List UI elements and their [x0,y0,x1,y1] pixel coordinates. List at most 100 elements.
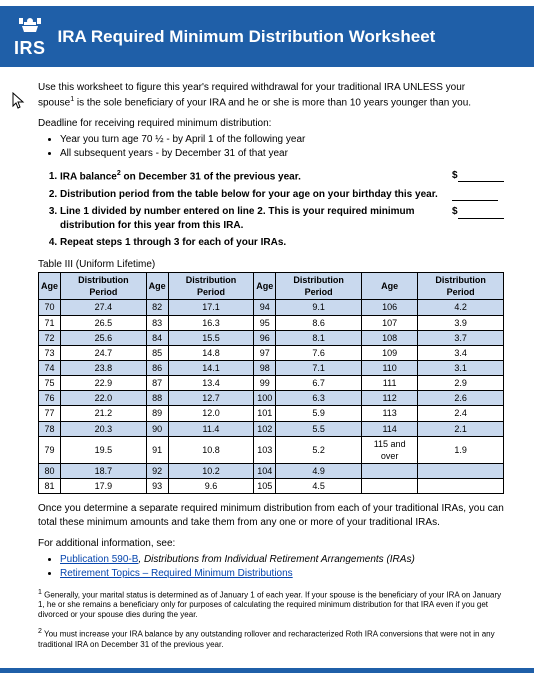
table-cell: 9.1 [276,300,362,315]
table-row: 7919.59110.81035.2115 and over1.9 [39,436,504,463]
table-cell: 19.5 [61,436,147,463]
table-cell: 78 [39,421,61,436]
table-cell [361,479,417,494]
table-cell [361,463,417,478]
table-cell: 83 [146,315,168,330]
table-cell: 8.1 [276,330,362,345]
page-root: IRS IRA Required Minimum Distribution Wo… [0,6,534,673]
step-2-text: Distribution period from the table below… [60,188,448,202]
intro-paragraph: Use this worksheet to figure this year's… [38,81,504,109]
table-cell: 4.2 [418,300,504,315]
see-label: For additional information, see: [38,537,504,551]
table-cell: 2.9 [418,376,504,391]
deadline-bullet: Year you turn age 70 ½ - by April 1 of t… [60,133,504,147]
link-retirement-topics[interactable]: Retirement Topics – Required Minimum Dis… [60,568,293,579]
table-cell: 9.6 [168,479,254,494]
footer-bar [0,668,534,673]
table-cell: 102 [254,421,276,436]
table-row: 7225.68415.5968.11083.7 [39,330,504,345]
table-cell: 90 [146,421,168,436]
table-cell: 77 [39,406,61,421]
table-header: Distribution Period [418,273,504,300]
table-cell: 99 [254,376,276,391]
step-3: Line 1 divided by number entered on line… [60,205,504,232]
step-4: Repeat steps 1 through 3 for each of you… [60,236,504,250]
table-cell: 17.9 [61,479,147,494]
table-cell: 20.3 [61,421,147,436]
table-cell: 96 [254,330,276,345]
table-cell: 5.9 [276,406,362,421]
table-cell: 101 [254,406,276,421]
table-cell: 22.9 [61,376,147,391]
table-cell: 14.1 [168,361,254,376]
table-cell: 24.7 [61,345,147,360]
irs-logo-text: IRS [14,39,46,57]
table-cell: 79 [39,436,61,463]
table-header: Distribution Period [61,273,147,300]
irs-logo: IRS [14,16,46,57]
lifetime-table: AgeDistribution PeriodAgeDistribution Pe… [38,272,504,494]
table-cell: 76 [39,391,61,406]
table-cell: 75 [39,376,61,391]
step-2: Distribution period from the table below… [60,188,504,202]
table-cell: 94 [254,300,276,315]
table-cell: 2.1 [418,421,504,436]
table-row: 7622.08812.71006.31122.6 [39,391,504,406]
table-row: 8117.9939.61054.5 [39,479,504,494]
table-cell: 84 [146,330,168,345]
table-cell: 108 [361,330,417,345]
step-2-value [448,188,504,202]
table-cell: 81 [39,479,61,494]
table-cell: 22.0 [61,391,147,406]
table-row: 7027.48217.1949.11064.2 [39,300,504,315]
table-cell: 10.2 [168,463,254,478]
table-cell: 11.4 [168,421,254,436]
table-cell: 95 [254,315,276,330]
eagle-icon [16,16,44,37]
table-cell: 113 [361,406,417,421]
table-cell: 107 [361,315,417,330]
table-cell: 92 [146,463,168,478]
page-title: IRA Required Minimum Distribution Worksh… [58,27,436,47]
step-3-text: Line 1 divided by number entered on line… [60,205,448,232]
table-header: Distribution Period [276,273,362,300]
step-3-value: $ [448,205,504,219]
table-cell: 3.9 [418,315,504,330]
table-cell: 105 [254,479,276,494]
table-cell: 88 [146,391,168,406]
blank-input-line[interactable] [458,208,504,219]
deadline-bullets: Year you turn age 70 ½ - by April 1 of t… [38,133,504,161]
blank-input-line[interactable] [458,171,504,182]
table-cell: 104 [254,463,276,478]
table-cell: 18.7 [61,463,147,478]
table-cell: 71 [39,315,61,330]
table-cell: 87 [146,376,168,391]
table-cell: 85 [146,345,168,360]
step-1-value: $ [448,169,504,183]
table-cell: 27.4 [61,300,147,315]
table-cell: 3.4 [418,345,504,360]
step-4-text: Repeat steps 1 through 3 for each of you… [60,236,504,250]
table-cell: 2.6 [418,391,504,406]
table-cell: 3.1 [418,361,504,376]
table-header: Age [146,273,168,300]
table-caption: Table III (Uniform Lifetime) [38,258,504,272]
table-cell: 10.8 [168,436,254,463]
table-cell: 86 [146,361,168,376]
footnote-2: 2 You must increase your IRA balance by … [38,628,504,650]
table-cell: 82 [146,300,168,315]
link-pub-590b[interactable]: Publication 590-B [60,554,138,565]
deadline-bullet: All subsequent years - by December 31 of… [60,147,504,161]
footnote-2-text: You must increase your IRA balance by an… [38,630,495,649]
table-cell: 16.3 [168,315,254,330]
table-cell: 21.2 [61,406,147,421]
table-cell: 89 [146,406,168,421]
footnote-1-text: Generally, your marital status is determ… [38,590,501,619]
blank-input-line[interactable] [452,190,498,201]
table-cell: 110 [361,361,417,376]
table-cell: 112 [361,391,417,406]
step-1-text: IRA balance [60,171,117,182]
see-link-item: Retirement Topics – Required Minimum Dis… [60,567,504,581]
table-row: 8018.79210.21044.9 [39,463,504,478]
table-cell: 12.7 [168,391,254,406]
